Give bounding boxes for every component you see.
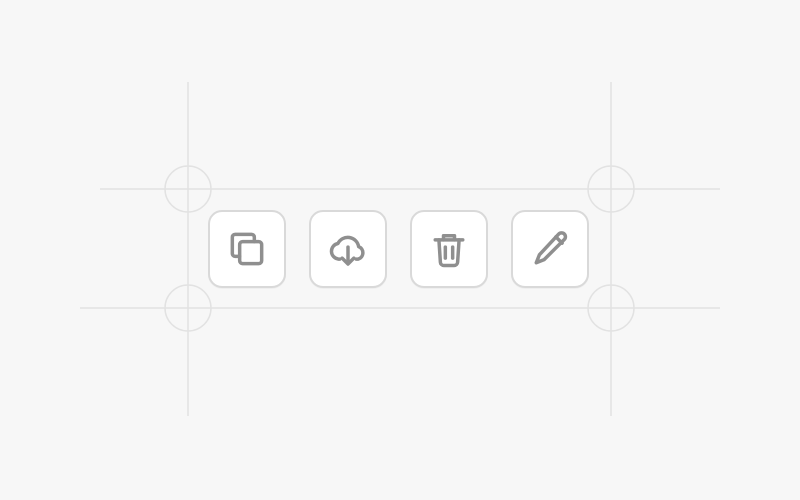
copy-icon [230, 232, 264, 266]
pencil-icon [534, 231, 568, 265]
cloud-download-icon [329, 235, 365, 266]
delete-button[interactable] [410, 210, 488, 288]
trash-icon [433, 234, 465, 268]
canvas [0, 0, 800, 500]
copy-button[interactable] [208, 210, 286, 288]
icon-toolbar [208, 210, 592, 290]
download-button[interactable] [309, 210, 387, 288]
edit-button[interactable] [511, 210, 589, 288]
